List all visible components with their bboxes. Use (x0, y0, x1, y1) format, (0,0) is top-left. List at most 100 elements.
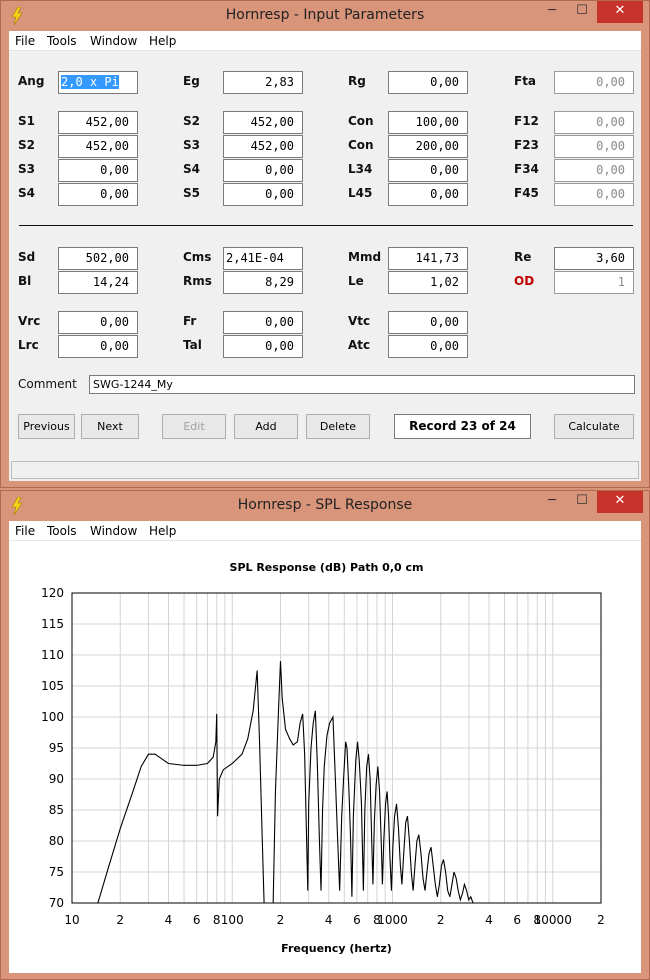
menu-tools[interactable]: Tools (47, 34, 77, 48)
maximize-button[interactable]: ☐ (567, 491, 597, 513)
minimize-button[interactable]: ─ (537, 491, 567, 513)
x-tick-label: 4 (165, 913, 173, 927)
param-field-lrc[interactable]: 0,00 (58, 335, 138, 358)
spl-window-titlebar[interactable]: Hornresp - SPL Response ─ ☐ ✕ (1, 491, 649, 521)
calculate-button[interactable]: Calculate (554, 414, 634, 439)
param-label-od: OD (514, 274, 535, 288)
param-label-bl: Bl (18, 274, 32, 288)
param-label-con2: Con (348, 138, 374, 152)
param-label-l34: L34 (348, 162, 373, 176)
y-tick-label: 90 (49, 772, 64, 786)
x-tick-label: 6 (353, 913, 361, 927)
param-label-cms: Cms (183, 250, 212, 264)
add-button[interactable]: Add (234, 414, 298, 439)
menu-file[interactable]: File (15, 34, 35, 48)
param-field-vtc[interactable]: 0,00 (388, 311, 468, 334)
menu-tools[interactable]: Tools (47, 524, 77, 538)
menu-bar: File Tools Window Help (9, 31, 641, 51)
menu-window[interactable]: Window (90, 34, 137, 48)
x-tick-label: 6 (193, 913, 201, 927)
status-bar (11, 461, 639, 479)
param-field-re[interactable]: 3,60 (554, 247, 634, 270)
param-label-f34: F34 (514, 162, 539, 176)
param-label-fr: Fr (183, 314, 197, 328)
x-tick-label: 2 (277, 913, 285, 927)
x-tick-label: 10000 (534, 913, 572, 927)
param-field-f34: 0,00 (554, 159, 634, 182)
input-window-client: File Tools Window Help Ang 2,0 x Pi Eg 2… (9, 31, 641, 481)
x-tick-label: 8 (213, 913, 221, 927)
spl-response-window: Hornresp - SPL Response ─ ☐ ✕ File Tools… (0, 490, 650, 980)
param-field-s5[interactable]: 0,00 (223, 183, 303, 206)
param-field-con1[interactable]: 100,00 (388, 111, 468, 134)
x-axis-label: Frequency (hertz) (281, 942, 392, 955)
param-field-sd[interactable]: 502,00 (58, 247, 138, 270)
param-label-sd: Sd (18, 250, 36, 264)
close-button[interactable]: ✕ (597, 1, 643, 23)
param-label-s3: S3 (183, 138, 200, 152)
param-field-eg[interactable]: 2,83 (223, 71, 303, 94)
param-field-l45[interactable]: 0,00 (388, 183, 468, 206)
delete-button[interactable]: Delete (306, 414, 370, 439)
param-field-atc[interactable]: 0,00 (388, 335, 468, 358)
y-tick-label: 85 (49, 803, 64, 817)
param-label-rms: Rms (183, 274, 212, 288)
next-button[interactable]: Next (81, 414, 139, 439)
param-label-s4b: S4 (18, 186, 35, 200)
param-field-rg[interactable]: 0,00 (388, 71, 468, 94)
param-label-tal: Tal (183, 338, 202, 352)
param-field-od: 1 (554, 271, 634, 294)
param-label-f12: F12 (514, 114, 539, 128)
input-parameters-window: Hornresp - Input Parameters ─ ☐ ✕ File T… (0, 0, 650, 488)
param-field-rms[interactable]: 8,29 (223, 271, 303, 294)
param-field-mmd[interactable]: 141,73 (388, 247, 468, 270)
param-label-s5: S5 (183, 186, 200, 200)
param-label-rg: Rg (348, 74, 366, 88)
param-field-s3[interactable]: 452,00 (223, 135, 303, 158)
x-tick-label: 2 (116, 913, 124, 927)
param-field-f23: 0,00 (554, 135, 634, 158)
minimize-button[interactable]: ─ (537, 1, 567, 23)
close-button[interactable]: ✕ (597, 491, 643, 513)
input-window-titlebar[interactable]: Hornresp - Input Parameters ─ ☐ ✕ (1, 1, 649, 31)
param-value-ang: 2,0 x Pi (61, 75, 119, 89)
param-field-s4[interactable]: 0,00 (223, 159, 303, 182)
spl-response-chart[interactable]: SPL Response (dB) Path 0,0 cm 70 75 80 85 90 9… (9, 541, 643, 961)
menu-help[interactable]: Help (149, 524, 176, 538)
y-tick-label: 100 (41, 710, 64, 724)
comment-field[interactable]: SWG-1244_My (89, 375, 635, 394)
menu-file[interactable]: File (15, 524, 35, 538)
maximize-button[interactable]: ☐ (567, 1, 597, 23)
menu-window[interactable]: Window (90, 524, 137, 538)
param-label-l45: L45 (348, 186, 373, 200)
menu-help[interactable]: Help (149, 34, 176, 48)
comment-label: Comment (18, 377, 77, 391)
param-field-cms[interactable]: 2,41E-04 (223, 247, 303, 270)
param-field-bl[interactable]: 14,24 (58, 271, 138, 294)
param-field-ang[interactable]: 2,0 x Pi (58, 71, 138, 94)
param-field-l34[interactable]: 0,00 (388, 159, 468, 182)
x-tick-label: 1000 (377, 913, 408, 927)
param-field-con2[interactable]: 200,00 (388, 135, 468, 158)
y-tick-label: 110 (41, 648, 64, 662)
param-field-s2[interactable]: 452,00 (223, 111, 303, 134)
param-field-fta: 0,00 (554, 71, 634, 94)
param-field-fr[interactable]: 0,00 (223, 311, 303, 334)
param-label-f23: F23 (514, 138, 539, 152)
param-label-f45: F45 (514, 186, 539, 200)
param-label-vrc: Vrc (18, 314, 41, 328)
param-field-vrc[interactable]: 0,00 (58, 311, 138, 334)
param-field-s4b[interactable]: 0,00 (58, 183, 138, 206)
spl-response-line-0 (97, 661, 474, 903)
previous-button[interactable]: Previous (18, 414, 75, 439)
param-field-s2b[interactable]: 452,00 (58, 135, 138, 158)
y-tick-label: 75 (49, 865, 64, 879)
y-tick-label: 120 (41, 586, 64, 600)
param-label-atc: Atc (348, 338, 371, 352)
x-tick-label: 2 (597, 913, 605, 927)
section-divider (19, 225, 633, 226)
param-field-s3b[interactable]: 0,00 (58, 159, 138, 182)
param-field-tal[interactable]: 0,00 (223, 335, 303, 358)
param-field-s1[interactable]: 452,00 (58, 111, 138, 134)
param-field-le[interactable]: 1,02 (388, 271, 468, 294)
